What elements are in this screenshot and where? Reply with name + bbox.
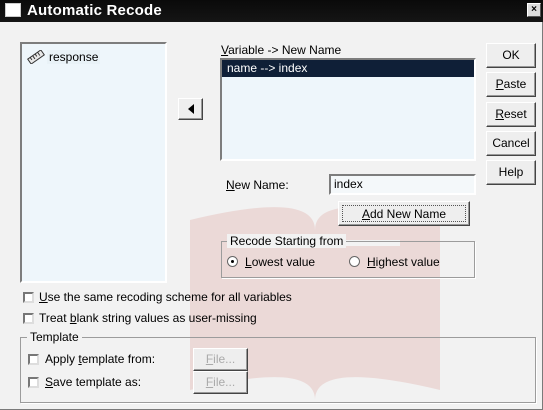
blank-strings-label[interactable]: Treat blank string values as user-missin… bbox=[39, 311, 257, 325]
same-scheme-checkbox[interactable] bbox=[23, 292, 34, 303]
mapping-list-label: Variable -> New Name bbox=[221, 43, 342, 57]
variable-mapping-list[interactable]: name --> index bbox=[220, 58, 476, 161]
highest-value-label[interactable]: Highest value bbox=[367, 255, 440, 269]
radio-dot bbox=[231, 260, 234, 263]
list-item[interactable]: name --> index bbox=[222, 60, 474, 77]
help-button[interactable]: Help bbox=[486, 160, 536, 185]
window-icon bbox=[5, 3, 21, 17]
variable-label: response bbox=[47, 50, 101, 64]
new-name-input[interactable]: index bbox=[329, 174, 476, 195]
source-variable-list[interactable]: response bbox=[20, 42, 167, 283]
apply-template-file-button[interactable]: File... bbox=[193, 348, 248, 371]
recode-starting-legend: Recode Starting from bbox=[227, 234, 347, 248]
blank-strings-checkbox[interactable] bbox=[23, 313, 34, 324]
cancel-button[interactable]: Cancel bbox=[486, 131, 536, 156]
save-template-label[interactable]: Save template as: bbox=[45, 375, 141, 389]
save-template-checkbox[interactable] bbox=[28, 377, 39, 388]
close-button[interactable]: × bbox=[527, 3, 541, 17]
move-variable-button[interactable] bbox=[178, 98, 203, 120]
automatic-recode-dialog: Automatic Recode × response Variable -> … bbox=[0, 0, 543, 410]
template-group bbox=[20, 337, 536, 403]
title-bar[interactable]: Automatic Recode × bbox=[0, 0, 543, 22]
template-legend: Template bbox=[27, 330, 82, 344]
reset-button[interactable]: Reset bbox=[486, 102, 536, 127]
highest-value-radio[interactable] bbox=[349, 256, 360, 267]
add-new-name-button-label: Add New Name bbox=[342, 205, 466, 222]
lowest-value-radio[interactable] bbox=[227, 256, 238, 267]
save-template-file-button[interactable]: File... bbox=[193, 371, 248, 394]
new-name-label: New Name: bbox=[226, 178, 289, 192]
add-new-name-button[interactable]: Add New Name bbox=[338, 201, 470, 226]
scale-ruler-icon bbox=[27, 50, 45, 64]
lowest-value-label[interactable]: Lowest value bbox=[245, 255, 315, 269]
window-title: Automatic Recode bbox=[27, 2, 162, 19]
same-scheme-label[interactable]: Use the same recoding scheme for all var… bbox=[39, 290, 292, 304]
ok-button[interactable]: OK bbox=[486, 43, 536, 68]
apply-template-label[interactable]: Apply template from: bbox=[45, 352, 155, 366]
list-item[interactable]: response bbox=[27, 49, 101, 65]
left-arrow-icon bbox=[187, 104, 194, 114]
apply-template-checkbox[interactable] bbox=[28, 354, 39, 365]
paste-button[interactable]: Paste bbox=[486, 72, 536, 97]
